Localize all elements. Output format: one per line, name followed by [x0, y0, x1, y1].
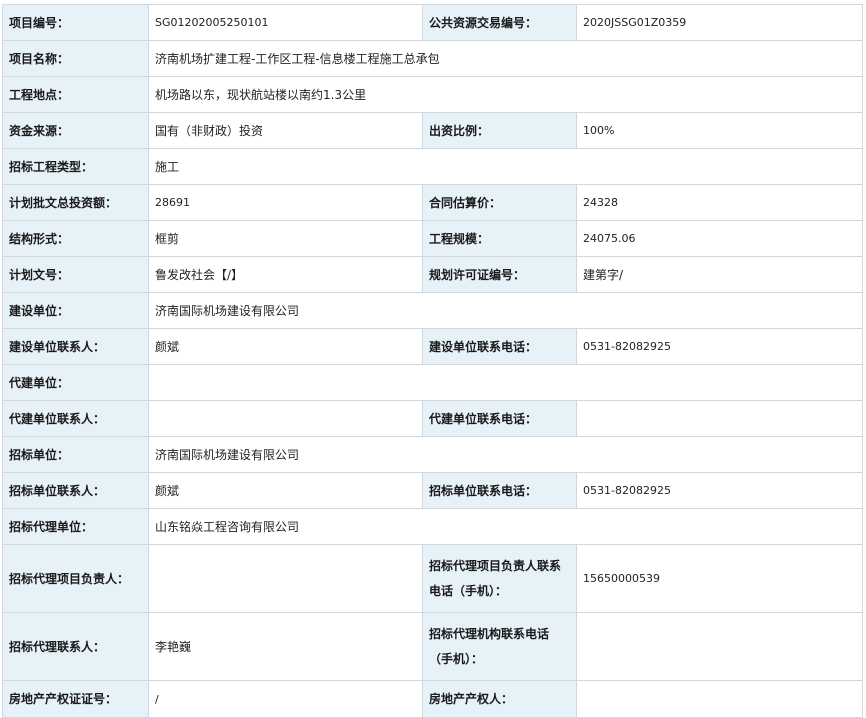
label-funding-ratio: 出资比例：: [422, 112, 577, 149]
label-agent-project-lead: 招标代理项目负责人：: [2, 544, 149, 613]
value-trade-number: 2020JSSG01Z0359: [576, 4, 863, 41]
label-property-cert: 房地产产权证证号：: [2, 680, 149, 718]
label-agent-org-mobile: 招标代理机构联系电话（手机）：: [422, 612, 577, 681]
label-scale: 工程规模：: [422, 220, 577, 257]
row-bid-type: 招标工程类型： 施工: [2, 148, 863, 185]
label-plan-doc-number: 计划文号：: [2, 256, 149, 293]
label-tenderer: 招标单位：: [2, 436, 149, 473]
value-structure: 框剪: [148, 220, 423, 257]
row-funding: 资金来源： 国有（非财政）投资 出资比例： 100%: [2, 112, 863, 149]
label-tender-agent: 招标代理单位：: [2, 508, 149, 545]
value-agent-project-lead: [148, 544, 423, 613]
value-scale: 24075.06: [576, 220, 863, 257]
value-builder-contact: 颜斌: [148, 328, 423, 365]
row-investment: 计划批文总投资额： 28691 合同估算价： 24328: [2, 184, 863, 221]
row-plan-doc: 计划文号： 鲁发改社会【/】 规划许可证编号： 建第字/: [2, 256, 863, 293]
row-property-cert: 房地产产权证证号： / 房地产产权人：: [2, 680, 863, 718]
row-agent-builder-contact: 代建单位联系人： 代建单位联系电话：: [2, 400, 863, 437]
label-agent-contact: 招标代理联系人：: [2, 612, 149, 681]
row-location: 工程地点： 机场路以东，现状航站楼以南约1.3公里: [2, 76, 863, 113]
label-contract-estimate: 合同估算价：: [422, 184, 577, 221]
label-bid-type: 招标工程类型：: [2, 148, 149, 185]
value-tenderer-phone: 0531-82082925: [576, 472, 863, 509]
project-info-table: 项目编号： SG01202005250101 公共资源交易编号： 2020JSS…: [2, 4, 863, 718]
label-property-owner: 房地产产权人：: [422, 680, 577, 718]
value-funding-ratio: 100%: [576, 112, 863, 149]
label-agent-builder-contact: 代建单位联系人：: [2, 400, 149, 437]
row-agent-contact: 招标代理联系人： 李艳巍 招标代理机构联系电话（手机）：: [2, 612, 863, 681]
value-agent-builder: [148, 364, 863, 401]
row-structure: 结构形式： 框剪 工程规模： 24075.06: [2, 220, 863, 257]
value-funding-source: 国有（非财政）投资: [148, 112, 423, 149]
row-project-name: 项目名称： 济南机场扩建工程-工作区工程-信息楼工程施工总承包: [2, 40, 863, 77]
label-agent-builder-phone: 代建单位联系电话：: [422, 400, 577, 437]
value-permit-number: 建第字/: [576, 256, 863, 293]
value-location: 机场路以东，现状航站楼以南约1.3公里: [148, 76, 863, 113]
value-project-number: SG01202005250101: [148, 4, 423, 41]
label-permit-number: 规划许可证编号：: [422, 256, 577, 293]
value-agent-lead-mobile: 15650000539: [576, 544, 863, 613]
label-builder-contact: 建设单位联系人：: [2, 328, 149, 365]
label-agent-builder: 代建单位：: [2, 364, 149, 401]
label-tenderer-phone: 招标单位联系电话：: [422, 472, 577, 509]
value-agent-builder-phone: [576, 400, 863, 437]
value-agent-contact: 李艳巍: [148, 612, 423, 681]
label-trade-number: 公共资源交易编号：: [422, 4, 577, 41]
label-tenderer-contact: 招标单位联系人：: [2, 472, 149, 509]
value-total-investment: 28691: [148, 184, 423, 221]
label-builder: 建设单位：: [2, 292, 149, 329]
label-builder-phone: 建设单位联系电话：: [422, 328, 577, 365]
value-bid-type: 施工: [148, 148, 863, 185]
row-tenderer-contact: 招标单位联系人： 颜斌 招标单位联系电话： 0531-82082925: [2, 472, 863, 509]
row-builder-contact: 建设单位联系人： 颜斌 建设单位联系电话： 0531-82082925: [2, 328, 863, 365]
row-tenderer: 招标单位： 济南国际机场建设有限公司: [2, 436, 863, 473]
value-builder-phone: 0531-82082925: [576, 328, 863, 365]
label-structure: 结构形式：: [2, 220, 149, 257]
row-project-number: 项目编号： SG01202005250101 公共资源交易编号： 2020JSS…: [2, 4, 863, 41]
value-agent-builder-contact: [148, 400, 423, 437]
row-agent-builder: 代建单位：: [2, 364, 863, 401]
label-funding-source: 资金来源：: [2, 112, 149, 149]
label-project-number: 项目编号：: [2, 4, 149, 41]
label-agent-lead-mobile: 招标代理项目负责人联系电话（手机）：: [422, 544, 577, 613]
value-property-cert: /: [148, 680, 423, 718]
value-plan-doc-number: 鲁发改社会【/】: [148, 256, 423, 293]
value-agent-org-mobile: [576, 612, 863, 681]
project-info-panel: 项目编号： SG01202005250101 公共资源交易编号： 2020JSS…: [0, 0, 866, 718]
row-builder: 建设单位： 济南国际机场建设有限公司: [2, 292, 863, 329]
value-property-owner: [576, 680, 863, 718]
value-tenderer-contact: 颜斌: [148, 472, 423, 509]
row-agent-project-lead: 招标代理项目负责人： 招标代理项目负责人联系电话（手机）： 1565000053…: [2, 544, 863, 613]
value-builder: 济南国际机场建设有限公司: [148, 292, 863, 329]
label-location: 工程地点：: [2, 76, 149, 113]
label-total-investment: 计划批文总投资额：: [2, 184, 149, 221]
value-tenderer: 济南国际机场建设有限公司: [148, 436, 863, 473]
value-project-name: 济南机场扩建工程-工作区工程-信息楼工程施工总承包: [148, 40, 863, 77]
value-contract-estimate: 24328: [576, 184, 863, 221]
value-tender-agent: 山东铭焱工程咨询有限公司: [148, 508, 863, 545]
label-project-name: 项目名称：: [2, 40, 149, 77]
row-tender-agent: 招标代理单位： 山东铭焱工程咨询有限公司: [2, 508, 863, 545]
